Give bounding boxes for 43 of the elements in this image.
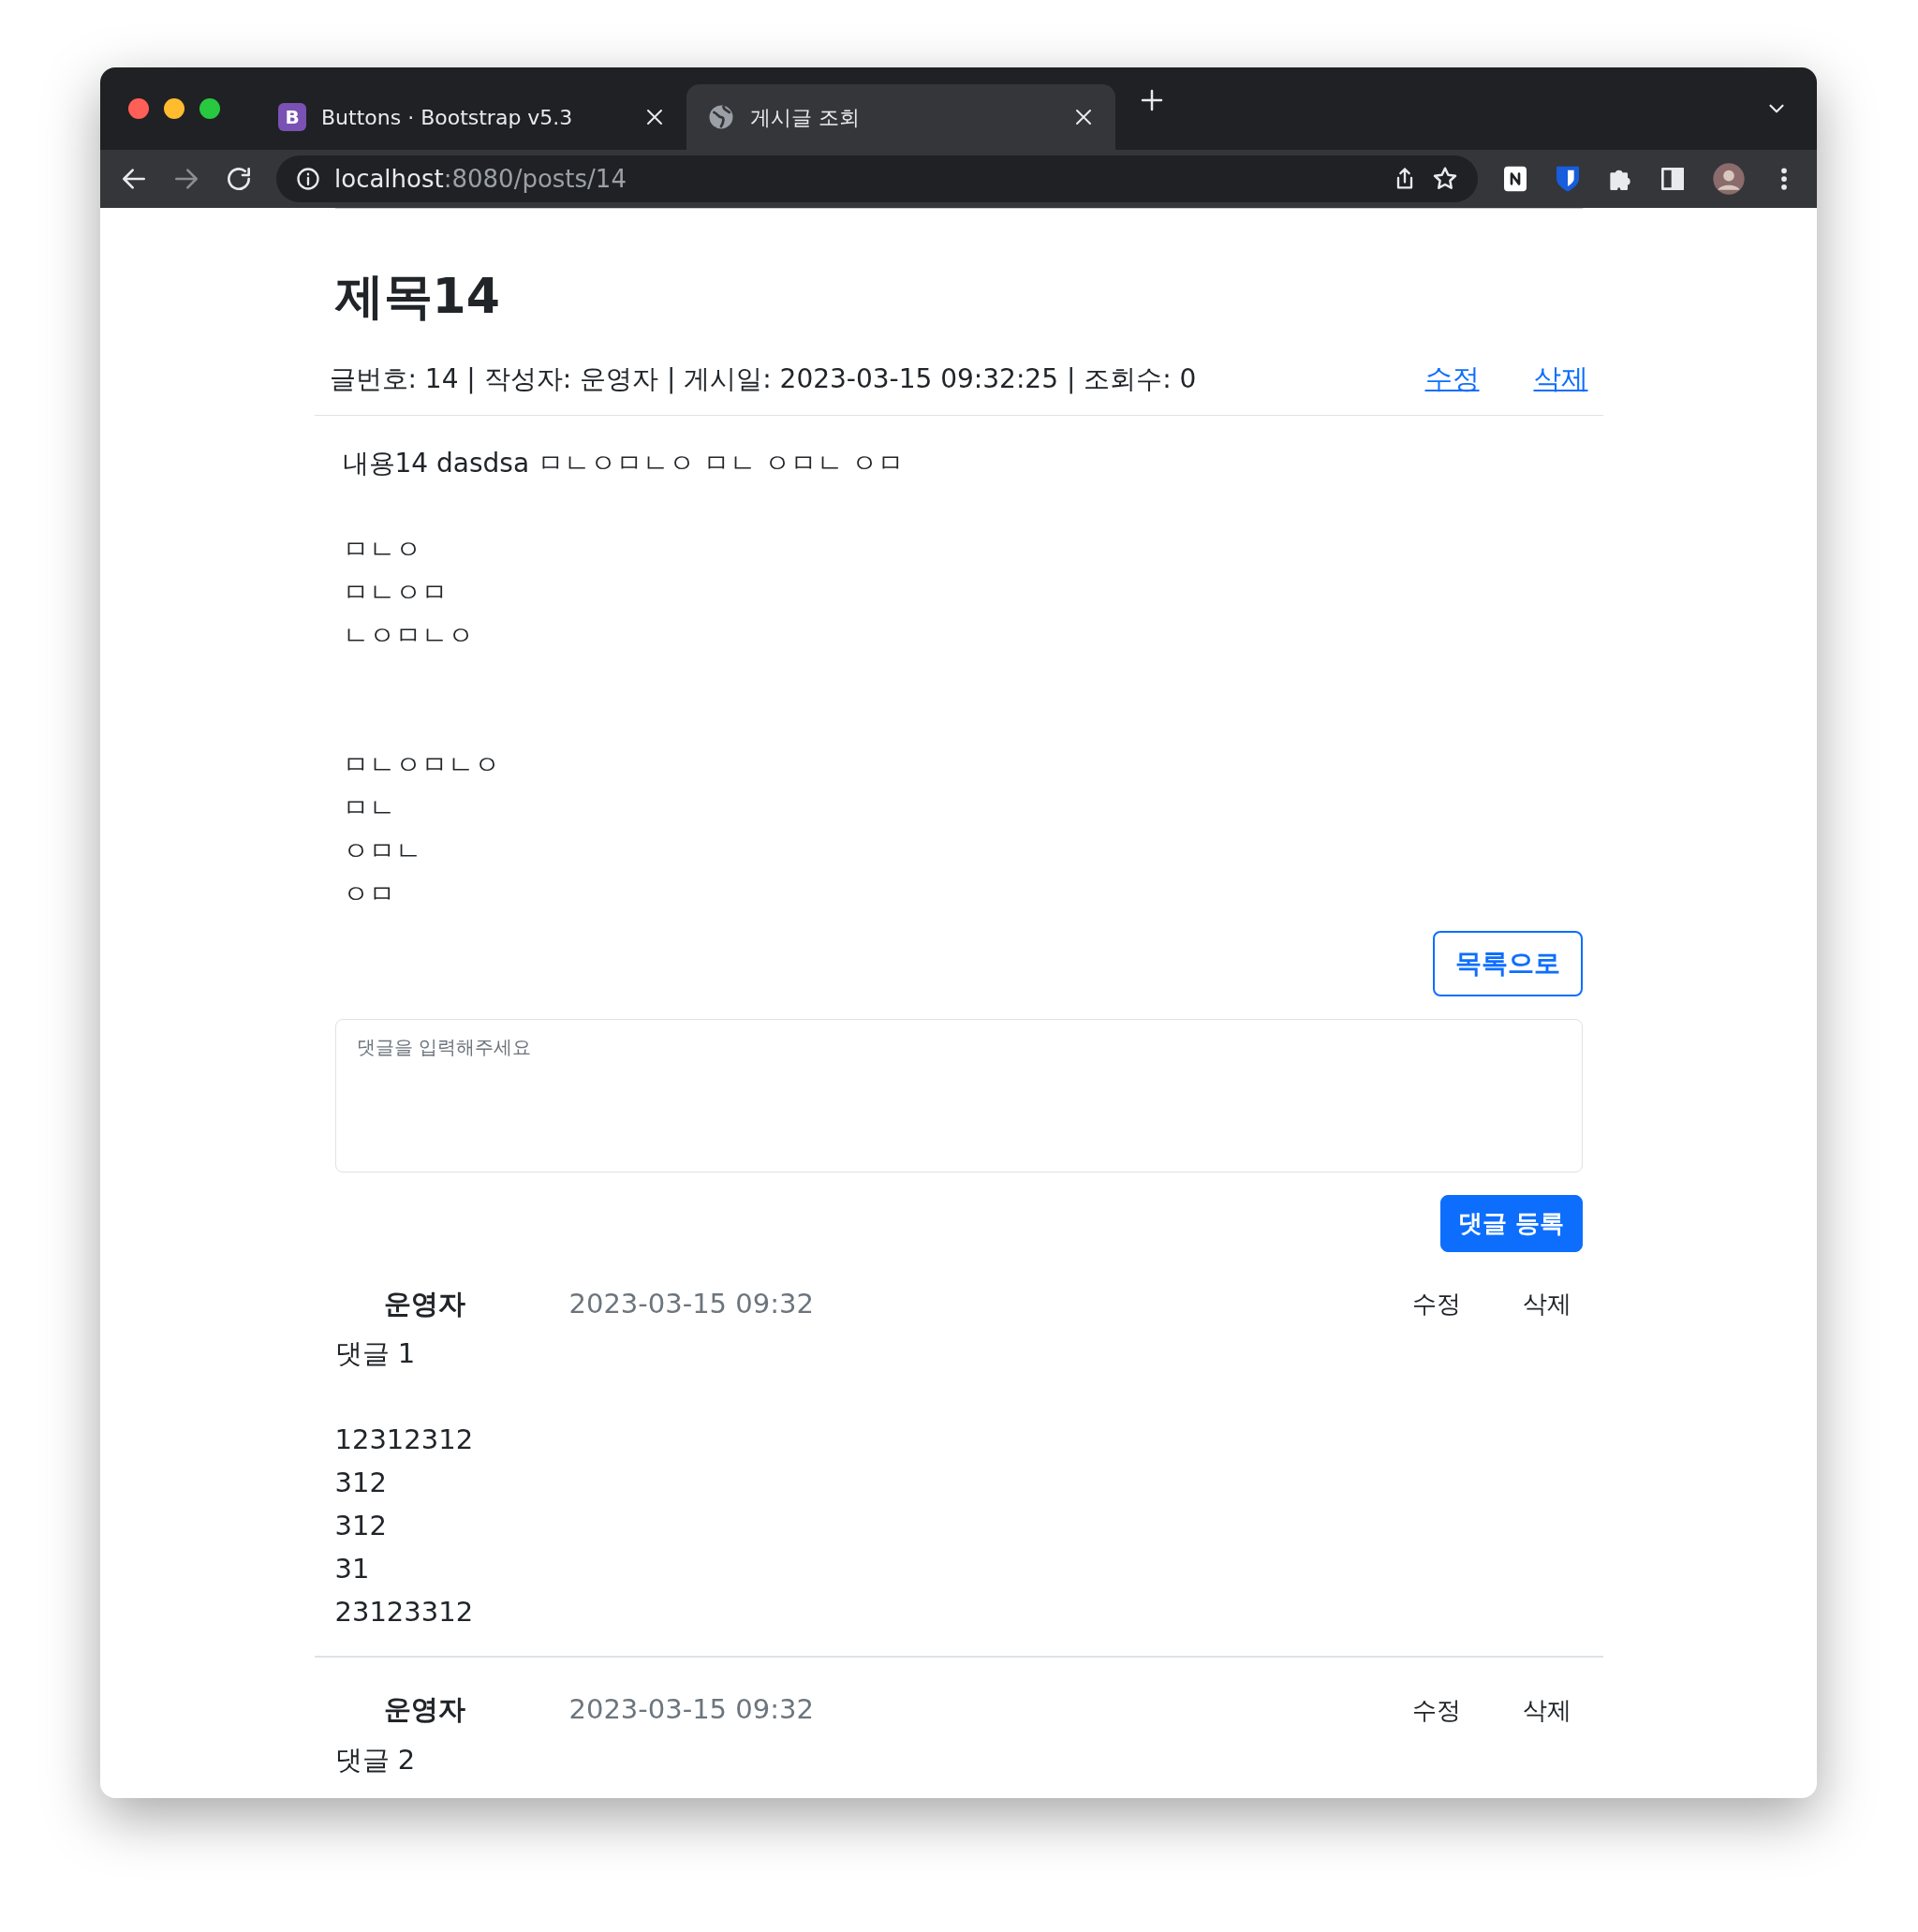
- post-text: 내용14 dasdsa ㅁㄴㅇㅁㄴㅇ ㅁㄴ ㅇㅁㄴ ㅇㅁ: [342, 446, 905, 480]
- url-text: localhost:8080/posts/14: [334, 163, 627, 195]
- post-title: 제목14: [334, 267, 501, 326]
- comment-text: 댓글 2: [334, 1742, 417, 1777]
- comment-edit-link[interactable]: 수정: [1411, 1286, 1461, 1323]
- post-text: ㄴㅇㅁㄴㅇ: [342, 618, 475, 653]
- post-text: ㅁㄴㅇㅁ: [342, 575, 449, 610]
- tab-title: 게시글 조회: [750, 104, 861, 131]
- post-text: ㅇㅁ: [342, 877, 396, 911]
- post-delete-link[interactable]: 삭제: [1533, 359, 1588, 400]
- comment-text: 12312312: [334, 1423, 475, 1458]
- comment-delete-link[interactable]: 삭제: [1522, 1286, 1571, 1323]
- tab-title: Buttons · Bootstrap v5.3: [321, 104, 574, 131]
- close-window-icon[interactable]: [128, 98, 149, 119]
- post-edit-link[interactable]: 수정: [1424, 359, 1480, 400]
- comment-date: 2023-03-15 09:32: [568, 1692, 815, 1728]
- post-text: ㅇㅁㄴ: [342, 833, 422, 868]
- info-icon: [295, 166, 321, 192]
- comment-author: 운영자: [382, 1286, 466, 1321]
- comment-text: 312: [334, 1466, 388, 1501]
- minimize-window-icon[interactable]: [164, 98, 184, 119]
- list-button[interactable]: 목록으로: [1432, 930, 1583, 996]
- post-text: ㅁㄴㅇㅁㄴㅇ: [342, 747, 501, 782]
- comment-edit-link[interactable]: 수정: [1411, 1691, 1461, 1729]
- comment-author: 운영자: [382, 1692, 466, 1728]
- globe-icon: [707, 103, 735, 131]
- comment-date: 2023-03-15 09:32: [568, 1286, 815, 1321]
- browser-tab[interactable]: 게시글 조회: [686, 84, 1115, 150]
- bootstrap-logo: B: [278, 103, 306, 131]
- browser-tab[interactable]: B Buttons · Bootstrap v5.3: [258, 84, 686, 150]
- comment-text: 31: [334, 1552, 371, 1587]
- submit-comment-button[interactable]: 댓글 등록: [1440, 1194, 1583, 1252]
- post-text: ㅁㄴ: [342, 790, 396, 825]
- comment-field[interactable]: 댓글을 입력해주세요: [334, 1018, 1583, 1172]
- post-meta: 글번호: 14 | 작성자: 운영자 | 게시일: 2023-03-15 09:32:25 | 조회수: 0: [329, 362, 1198, 397]
- avatar-icon[interactable]: [1710, 160, 1748, 198]
- comment-text: 23123312: [334, 1595, 475, 1630]
- address-bar[interactable]: localhost:8080/posts/14: [276, 155, 1478, 202]
- zoom-window-icon[interactable]: [199, 98, 220, 119]
- post-text: ㅁㄴㅇ: [342, 532, 422, 567]
- comment-text: 댓글 1: [334, 1336, 417, 1372]
- comment-delete-link[interactable]: 삭제: [1522, 1691, 1571, 1729]
- comment-text: 312: [334, 1509, 388, 1544]
